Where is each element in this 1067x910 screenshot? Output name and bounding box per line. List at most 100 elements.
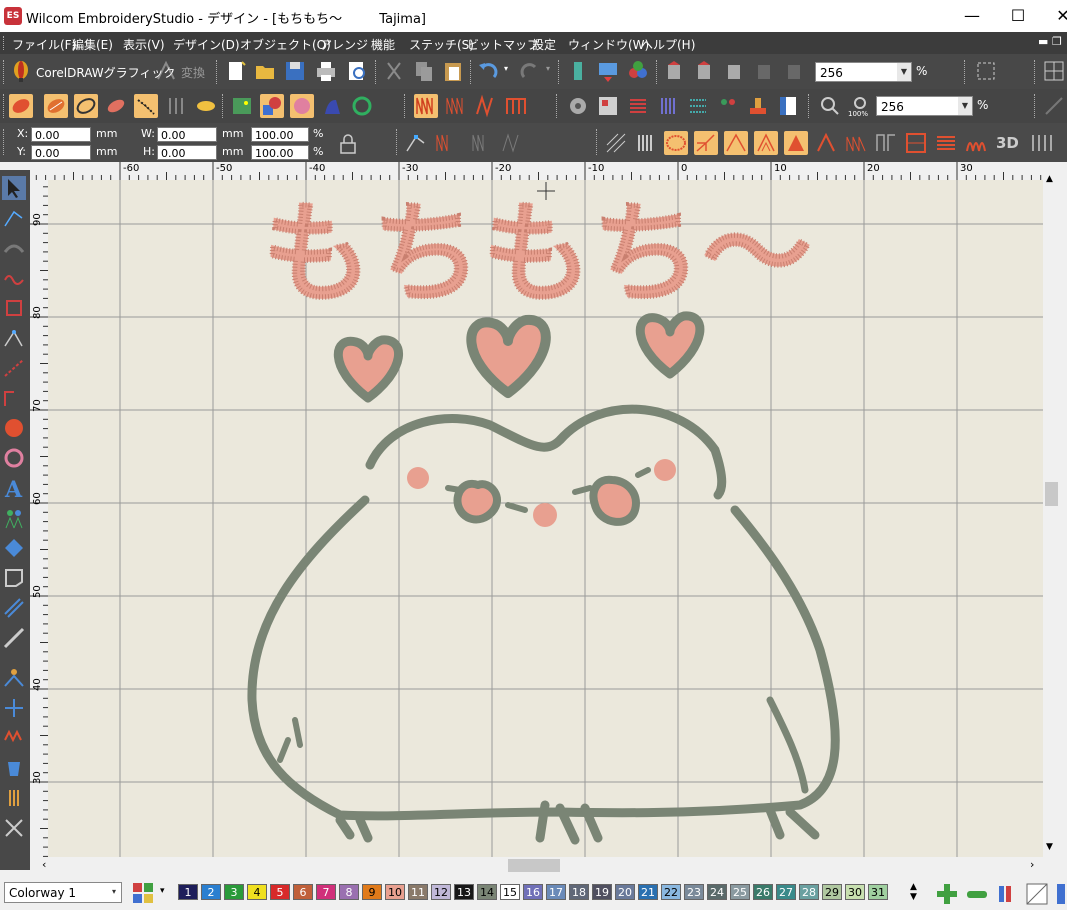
redo-dropdown-icon[interactable]: ▾: [546, 64, 550, 73]
text-tool-icon[interactable]: A: [2, 476, 26, 503]
zigzag-tool-icon[interactable]: [2, 726, 26, 750]
lock-icon[interactable]: [336, 133, 360, 157]
toolbar-grip[interactable]: [470, 60, 474, 84]
wavy-fill-icon[interactable]: [1030, 131, 1054, 155]
reshape-icon[interactable]: [404, 131, 428, 155]
thread-swatch[interactable]: 17: [546, 884, 566, 900]
thread-swatch[interactable]: 24: [707, 884, 727, 900]
toolbar-grip[interactable]: [808, 94, 812, 118]
zoom-icon[interactable]: [818, 94, 842, 118]
heart-right[interactable]: [635, 311, 705, 379]
satin-fill-icon[interactable]: [664, 131, 688, 155]
thread-bars-icon[interactable]: [656, 94, 680, 118]
thread-swatch[interactable]: 13: [454, 884, 474, 900]
lines-fill-icon[interactable]: [934, 131, 958, 155]
fill-pattern-icon[interactable]: [604, 131, 628, 155]
swatch-scroll-icon[interactable]: ▲ ▼: [910, 882, 917, 902]
menu-settings[interactable]: 設定: [532, 36, 556, 53]
people-icon[interactable]: [716, 94, 740, 118]
new-file-icon[interactable]: [224, 59, 248, 83]
mdi-restore-icon[interactable]: ❐: [1052, 35, 1062, 48]
colorway-select[interactable]: Colorway 1 ▾: [4, 882, 122, 903]
palette-more-icon[interactable]: [1055, 882, 1067, 906]
menu-file[interactable]: ファイル(F): [12, 36, 76, 53]
applique-tool-icon[interactable]: [2, 566, 26, 590]
travel-disabled-icon[interactable]: [752, 59, 776, 83]
manual-stitch-icon[interactable]: [134, 94, 158, 118]
step-stitch-icon[interactable]: [504, 94, 528, 118]
h-field[interactable]: 0.00: [157, 145, 217, 160]
scroll-right-icon[interactable]: ›: [1030, 858, 1034, 871]
thread-swatch[interactable]: 25: [730, 884, 750, 900]
colorway-grid-icon[interactable]: [132, 882, 154, 904]
thread-swatch[interactable]: 29: [822, 884, 842, 900]
3d-button[interactable]: 3D: [996, 134, 1019, 152]
travel-end-icon[interactable]: [782, 59, 806, 83]
cross-fill-icon[interactable]: [904, 131, 928, 155]
circle-outline-tool-icon[interactable]: [2, 446, 26, 470]
heart-center[interactable]: [466, 314, 551, 398]
toolbar-grip[interactable]: [3, 60, 7, 84]
thread-swatch[interactable]: 31: [868, 884, 888, 900]
stitch-join-icon[interactable]: [500, 131, 524, 155]
x-field[interactable]: 0.00: [31, 127, 91, 142]
thread-swatch[interactable]: 27: [776, 884, 796, 900]
menu-help[interactable]: ヘルプ(H): [641, 36, 695, 53]
filled-shape-icon[interactable]: [9, 94, 33, 118]
run-stitch-icon[interactable]: [164, 94, 188, 118]
thread-swatch[interactable]: 18: [569, 884, 589, 900]
grid-icon[interactable]: [1042, 59, 1066, 83]
thread-swatch[interactable]: 20: [615, 884, 635, 900]
vertical-scroll-thumb[interactable]: [1045, 482, 1058, 506]
undo-dropdown-icon[interactable]: ▾: [504, 64, 508, 73]
zigzag-stitch-icon[interactable]: [414, 94, 438, 118]
thread-swatch[interactable]: 11: [408, 884, 428, 900]
embroidered-text[interactable]: もちもち〜: [261, 189, 813, 319]
stitch-break-icon[interactable]: [470, 131, 494, 155]
coreldraw-icon[interactable]: [9, 59, 33, 83]
toolbar-grip[interactable]: [216, 60, 220, 84]
thread-swatch[interactable]: 22: [661, 884, 681, 900]
fish-icon[interactable]: [194, 94, 218, 118]
measure-tool-icon[interactable]: [2, 626, 26, 650]
send-to-machine-icon[interactable]: [596, 59, 620, 83]
stitch-list-icon[interactable]: [686, 94, 710, 118]
column-fill-icon[interactable]: [634, 131, 658, 155]
vertical-ruler[interactable]: 90 80 70 60 50 40 30: [30, 180, 49, 857]
circle-fill-tool-icon[interactable]: [2, 416, 26, 440]
dashed-line-tool-icon[interactable]: [2, 356, 26, 380]
wave-tool-icon[interactable]: [2, 266, 26, 290]
chevron-down-icon[interactable]: ▼: [897, 63, 911, 81]
scissors-tool-icon[interactable]: [2, 816, 26, 840]
mochi-face[interactable]: [407, 459, 676, 527]
thread-swatch[interactable]: 12: [431, 884, 451, 900]
thread-chart-icon[interactable]: [995, 882, 1019, 906]
toolbar-grip[interactable]: [596, 129, 600, 155]
wave-fill-icon[interactable]: [844, 131, 868, 155]
no-color-icon[interactable]: [1025, 882, 1049, 906]
thread-swatch[interactable]: 3: [224, 884, 244, 900]
thread-swatch[interactable]: 26: [753, 884, 773, 900]
thread-swatch[interactable]: 23: [684, 884, 704, 900]
menu-bitmap[interactable]: ビットマップ: [467, 36, 539, 53]
line-shape-icon[interactable]: [104, 94, 128, 118]
toolbar-grip[interactable]: [558, 60, 562, 84]
edit-nodes-tool-icon[interactable]: [2, 326, 26, 350]
tatami-stitch-icon[interactable]: [474, 94, 498, 118]
motif-fill-icon[interactable]: [784, 131, 808, 155]
convert-icon[interactable]: [154, 59, 178, 83]
mdi-minimize-icon[interactable]: ▬: [1038, 35, 1048, 48]
align-tool-icon[interactable]: [2, 696, 26, 720]
maximize-button[interactable]: ☐: [995, 0, 1041, 32]
minimize-button[interactable]: —: [949, 0, 995, 32]
menu-view[interactable]: 表示(V): [123, 36, 165, 53]
zoom-combo-mid[interactable]: 256 ▼: [876, 96, 973, 116]
copy-icon[interactable]: [412, 59, 436, 83]
block-fill-icon[interactable]: [874, 131, 898, 155]
thread-swatch[interactable]: 6: [293, 884, 313, 900]
menu-design[interactable]: デザイン(D): [173, 36, 240, 53]
select-frame-icon[interactable]: [974, 59, 998, 83]
monogram-tool-icon[interactable]: [2, 506, 26, 530]
thread-swatch[interactable]: 2: [201, 884, 221, 900]
save-icon[interactable]: [283, 59, 307, 83]
